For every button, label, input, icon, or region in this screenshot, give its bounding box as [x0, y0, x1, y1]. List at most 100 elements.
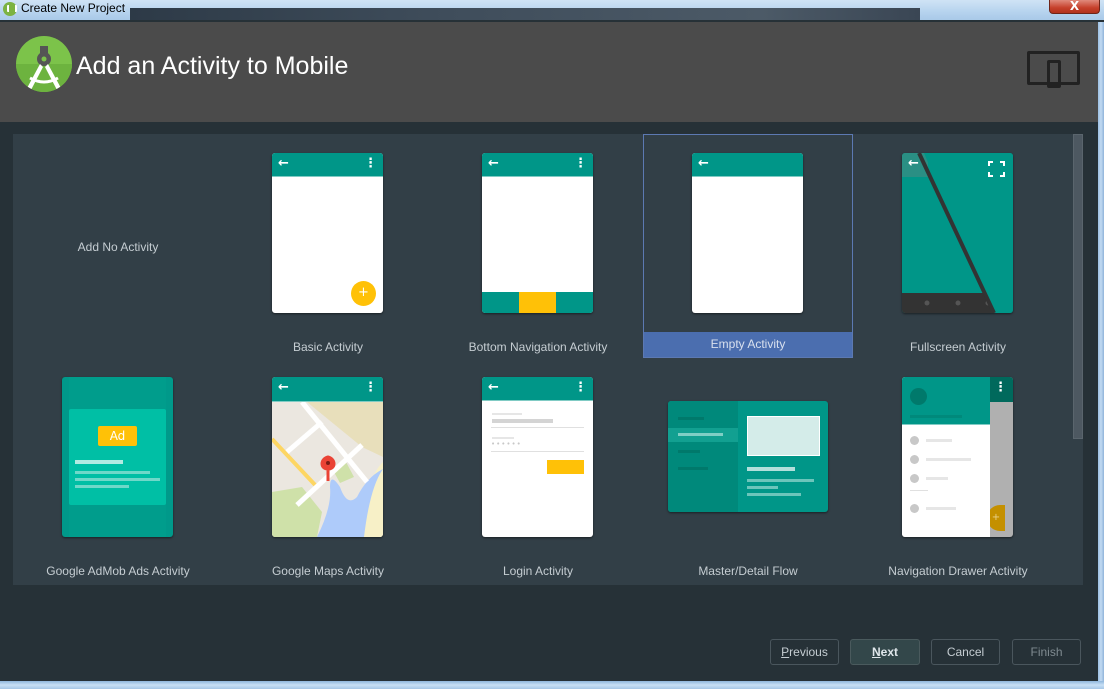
- back-arrow-icon: ←: [698, 156, 709, 171]
- drawer-item-icon: [910, 455, 919, 464]
- login-thumbnail: ← ⋮ ••••••: [482, 377, 593, 537]
- master-item: [678, 467, 708, 470]
- admob-thumbnail: Ad: [62, 377, 173, 537]
- tile-label: Navigation Drawer Activity: [888, 564, 1028, 578]
- window-title: Create New Project: [21, 1, 126, 15]
- master-item: [678, 450, 700, 453]
- tile-empty-activity[interactable]: ← Empty Activity: [643, 134, 853, 358]
- overflow-menu-icon: ⋮: [364, 380, 377, 395]
- bottom-navigation-thumbnail: ← ⋮: [482, 153, 593, 313]
- tile-label: Google Maps Activity: [271, 564, 385, 578]
- tile-add-no-activity[interactable]: Add No Activity: [13, 134, 223, 358]
- tile-label: Empty Activity: [644, 332, 852, 357]
- navigation-drawer-thumbnail: ⋮ +: [902, 377, 1013, 537]
- empty-activity-thumbnail: ←: [692, 153, 803, 313]
- detail-line: [747, 493, 801, 496]
- scrollbar-thumb[interactable]: [1073, 134, 1083, 439]
- window-close-button[interactable]: X: [1049, 0, 1100, 14]
- android-studio-app-icon: [3, 2, 17, 16]
- previous-mnemonic: P: [781, 645, 790, 659]
- tile-label: Google AdMob Ads Activity: [46, 564, 190, 578]
- email-value: [492, 419, 553, 423]
- fullscreen-icon: [988, 161, 1005, 177]
- tile-fullscreen-activity[interactable]: ← Fullscreen Activity: [853, 134, 1063, 358]
- drawer-item-icon: [910, 504, 919, 513]
- tile-label: Add No Activity: [77, 240, 159, 254]
- back-arrow-icon: ←: [278, 156, 289, 171]
- back-arrow-icon: ←: [908, 156, 919, 171]
- next-button[interactable]: Next: [850, 639, 920, 665]
- ad-line: [75, 485, 129, 488]
- tile-bottom-navigation-activity[interactable]: ← ⋮ Bottom Navigation Activity: [433, 134, 643, 358]
- drawer-header-line: [910, 415, 962, 418]
- bottom-nav-selected-item: [519, 292, 556, 313]
- android-studio-logo-icon: [16, 36, 72, 92]
- tile-google-maps-activity[interactable]: ← ⋮ Google Maps Activity: [223, 358, 433, 582]
- detail-line: [747, 467, 795, 471]
- tile-navigation-drawer-activity[interactable]: ⋮ + Navigation Drawer Activity: [853, 358, 1063, 582]
- gallery-scrollbar[interactable]: [1072, 134, 1083, 585]
- back-arrow-icon: ←: [488, 156, 499, 171]
- page-title: Add an Activity to Mobile: [76, 52, 349, 80]
- tile-google-admob-ads-activity[interactable]: Ad Google AdMob Ads Activity: [13, 358, 223, 582]
- email-underline: [491, 427, 584, 428]
- tile-label: Bottom Navigation Activity: [468, 340, 608, 354]
- basic-activity-thumbnail: ← ⋮ +: [272, 153, 383, 313]
- master-detail-thumbnail: [668, 401, 828, 512]
- password-hint: [492, 437, 514, 439]
- window-frame-right: [1098, 22, 1104, 689]
- tile-basic-activity[interactable]: ← ⋮ + Basic Activity: [223, 134, 433, 358]
- next-mnemonic: N: [871, 645, 881, 659]
- form-factor-mobile-icon: [1027, 51, 1080, 88]
- tile-label: Basic Activity: [292, 340, 364, 354]
- ad-badge: Ad: [98, 426, 137, 446]
- ad-card: Ad: [69, 409, 166, 505]
- drawer-panel: [902, 377, 990, 537]
- create-new-project-window: Create New Project X Add an Activity to …: [0, 0, 1104, 689]
- drawer-header: [902, 377, 990, 425]
- master-pane: [668, 401, 738, 512]
- drawer-item-icon: [910, 436, 919, 445]
- cancel-button[interactable]: Cancel: [931, 639, 1000, 665]
- tile-master-detail-flow[interactable]: Master/Detail Flow: [643, 358, 853, 582]
- drawer-item-line: [926, 458, 971, 461]
- phone-outline: [1047, 60, 1061, 88]
- overflow-menu-icon: ⋮: [994, 380, 1007, 395]
- bottom-nav-bar: [482, 292, 593, 313]
- tile-login-activity[interactable]: ← ⋮ •••••• Login Activity: [433, 358, 643, 582]
- window-titlebar[interactable]: Create New Project X: [0, 0, 1104, 20]
- overflow-menu-icon: ⋮: [574, 156, 587, 171]
- finish-button[interactable]: Finish: [1012, 639, 1081, 665]
- previous-label: revious: [789, 645, 828, 659]
- drawer-divider: [910, 490, 928, 491]
- drawer-item-line: [926, 477, 948, 480]
- email-hint: [492, 413, 522, 415]
- app-bar: ←: [692, 153, 803, 177]
- master-item-selected: [668, 428, 738, 442]
- activity-gallery: Add No Activity ← ⋮ + Basic Activity ← ⋮: [13, 134, 1083, 585]
- drawer-item-icon: [910, 474, 919, 483]
- next-label: ext: [880, 645, 898, 659]
- ad-line: [75, 478, 160, 481]
- drawer-item-line: [926, 507, 956, 510]
- drawer-item-line: [926, 439, 952, 442]
- fab-add-icon: +: [351, 281, 376, 306]
- back-arrow-icon: ←: [278, 380, 289, 395]
- password-value: ••••••: [491, 440, 522, 448]
- maps-thumbnail: ← ⋮: [272, 377, 383, 537]
- app-bar: ← ⋮: [272, 153, 383, 177]
- app-bar: ← ⋮: [482, 377, 593, 401]
- overflow-menu-icon: ⋮: [364, 156, 377, 171]
- background-window-blur: [130, 8, 920, 20]
- app-bar: ← ⋮: [482, 153, 593, 177]
- ad-line: [75, 471, 150, 474]
- previous-button[interactable]: Previous: [770, 639, 839, 665]
- window-frame-bottom: [0, 681, 1104, 689]
- tile-label: Login Activity: [502, 564, 574, 578]
- ad-line: [75, 460, 123, 464]
- overflow-menu-icon: ⋮: [574, 380, 587, 395]
- tile-label: Master/Detail Flow: [698, 564, 798, 578]
- fullscreen-thumbnail: ←: [902, 153, 1013, 313]
- detail-line: [747, 486, 778, 489]
- map-marker-icon: [319, 447, 337, 471]
